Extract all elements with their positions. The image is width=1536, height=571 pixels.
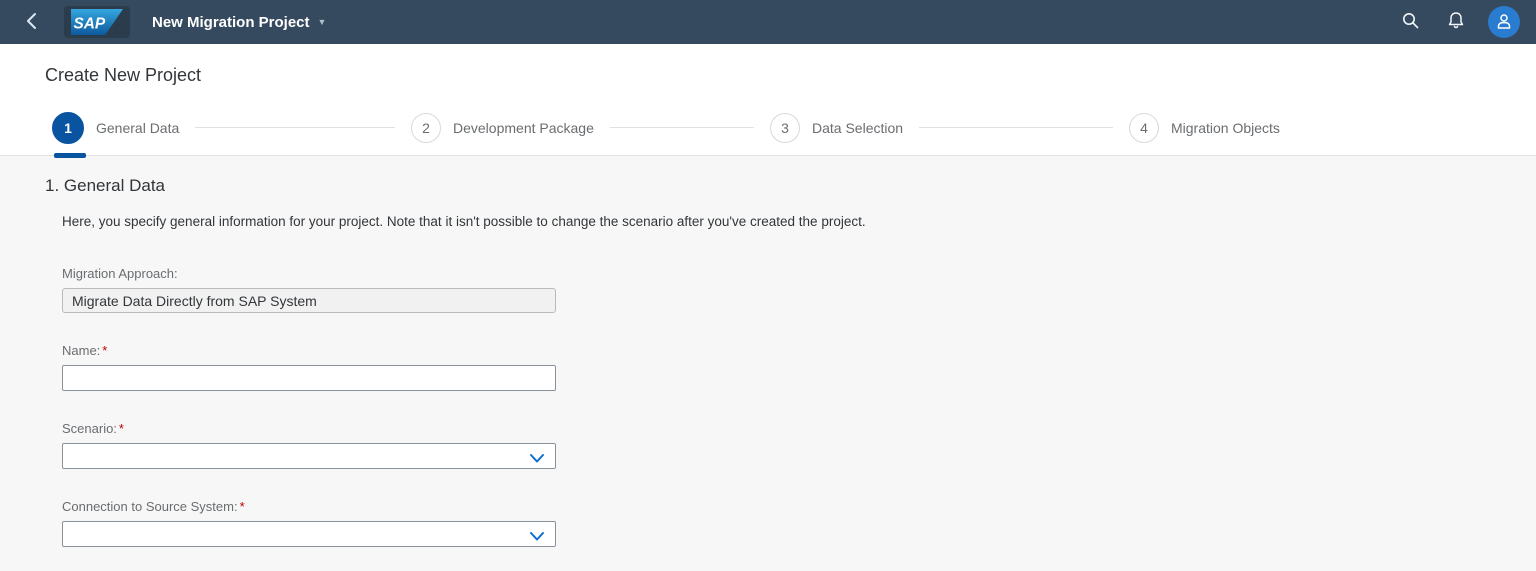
bell-icon: [1447, 11, 1465, 33]
field-connection-to-source-system: Connection to Source System: *: [62, 499, 1536, 547]
shell-left: SAP New Migration Project ▼: [0, 0, 326, 44]
step-number-badge: 2: [411, 112, 441, 143]
step-connector: [919, 127, 1113, 128]
name-input[interactable]: [62, 365, 556, 391]
required-mark: *: [102, 343, 108, 358]
shell-right: [1392, 4, 1520, 40]
active-step-indicator: [54, 153, 86, 158]
app-title: New Migration Project: [152, 13, 310, 31]
step-number-badge: 4: [1129, 112, 1159, 143]
page-title: Create New Project: [45, 65, 202, 85]
notifications-button[interactable]: [1438, 4, 1474, 40]
back-button[interactable]: [0, 0, 64, 44]
section-description: Here, you specify general information fo…: [62, 214, 866, 229]
chevron-down-icon: [529, 529, 545, 545]
chevron-down-icon: ▼: [317, 16, 327, 27]
back-icon: [25, 12, 39, 33]
field-label: Connection to Source System: *: [62, 499, 245, 514]
svg-text:SAP: SAP: [73, 16, 105, 33]
step-label: Data Selection: [812, 119, 904, 136]
step-connector: [609, 127, 754, 128]
page-title-row: Create New Project: [0, 44, 1536, 100]
step-label: Development Package: [453, 119, 594, 136]
sap-logo[interactable]: SAP: [64, 6, 130, 38]
required-mark: *: [118, 421, 124, 436]
wizard-step-development-package[interactable]: 2 Development Package: [411, 112, 770, 143]
step-label: General Data: [96, 119, 180, 136]
required-mark: *: [239, 499, 245, 514]
step-connector: [195, 127, 395, 128]
wizard-step-general-data[interactable]: 1 General Data: [52, 111, 411, 144]
field-name: Name: *: [62, 343, 1536, 391]
search-button[interactable]: [1392, 4, 1428, 40]
app-screen: SAP New Migration Project ▼ Create New P…: [0, 0, 1536, 571]
wizard-step-data-selection[interactable]: 3 Data Selection: [770, 112, 1129, 143]
field-label: Scenario: *: [62, 421, 124, 436]
chevron-down-icon: [529, 451, 545, 467]
shell-header: SAP New Migration Project ▼: [0, 0, 1536, 44]
step-content: 1. General Data Here, you specify genera…: [0, 156, 1536, 571]
avatar[interactable]: [1488, 6, 1520, 38]
app-title-menu[interactable]: New Migration Project ▼: [152, 14, 326, 31]
general-data-form: Migration Approach: Migrate Data Directl…: [62, 266, 1536, 547]
connection-to-source-system-select[interactable]: [62, 521, 556, 547]
wizard-progress-bar: 1 General Data 2 Development Package 3 D…: [0, 100, 1536, 158]
scenario-select[interactable]: [62, 443, 556, 469]
step-label: Migration Objects: [1171, 119, 1280, 136]
section-heading: 1. General Data: [45, 176, 166, 195]
step-number-badge: 3: [770, 112, 800, 143]
field-migration-approach: Migration Approach: Migrate Data Directl…: [62, 266, 1536, 313]
wizard-step-migration-objects[interactable]: 4 Migration Objects: [1129, 112, 1488, 143]
field-label: Migration Approach:: [62, 266, 178, 281]
avatar-person-icon: [1495, 12, 1513, 33]
migration-approach-readonly-field: Migrate Data Directly from SAP System: [62, 288, 556, 313]
step-number-badge: 1: [52, 111, 84, 144]
field-label: Name: *: [62, 343, 108, 358]
search-icon: [1402, 12, 1419, 32]
field-scenario: Scenario: *: [62, 421, 1536, 469]
